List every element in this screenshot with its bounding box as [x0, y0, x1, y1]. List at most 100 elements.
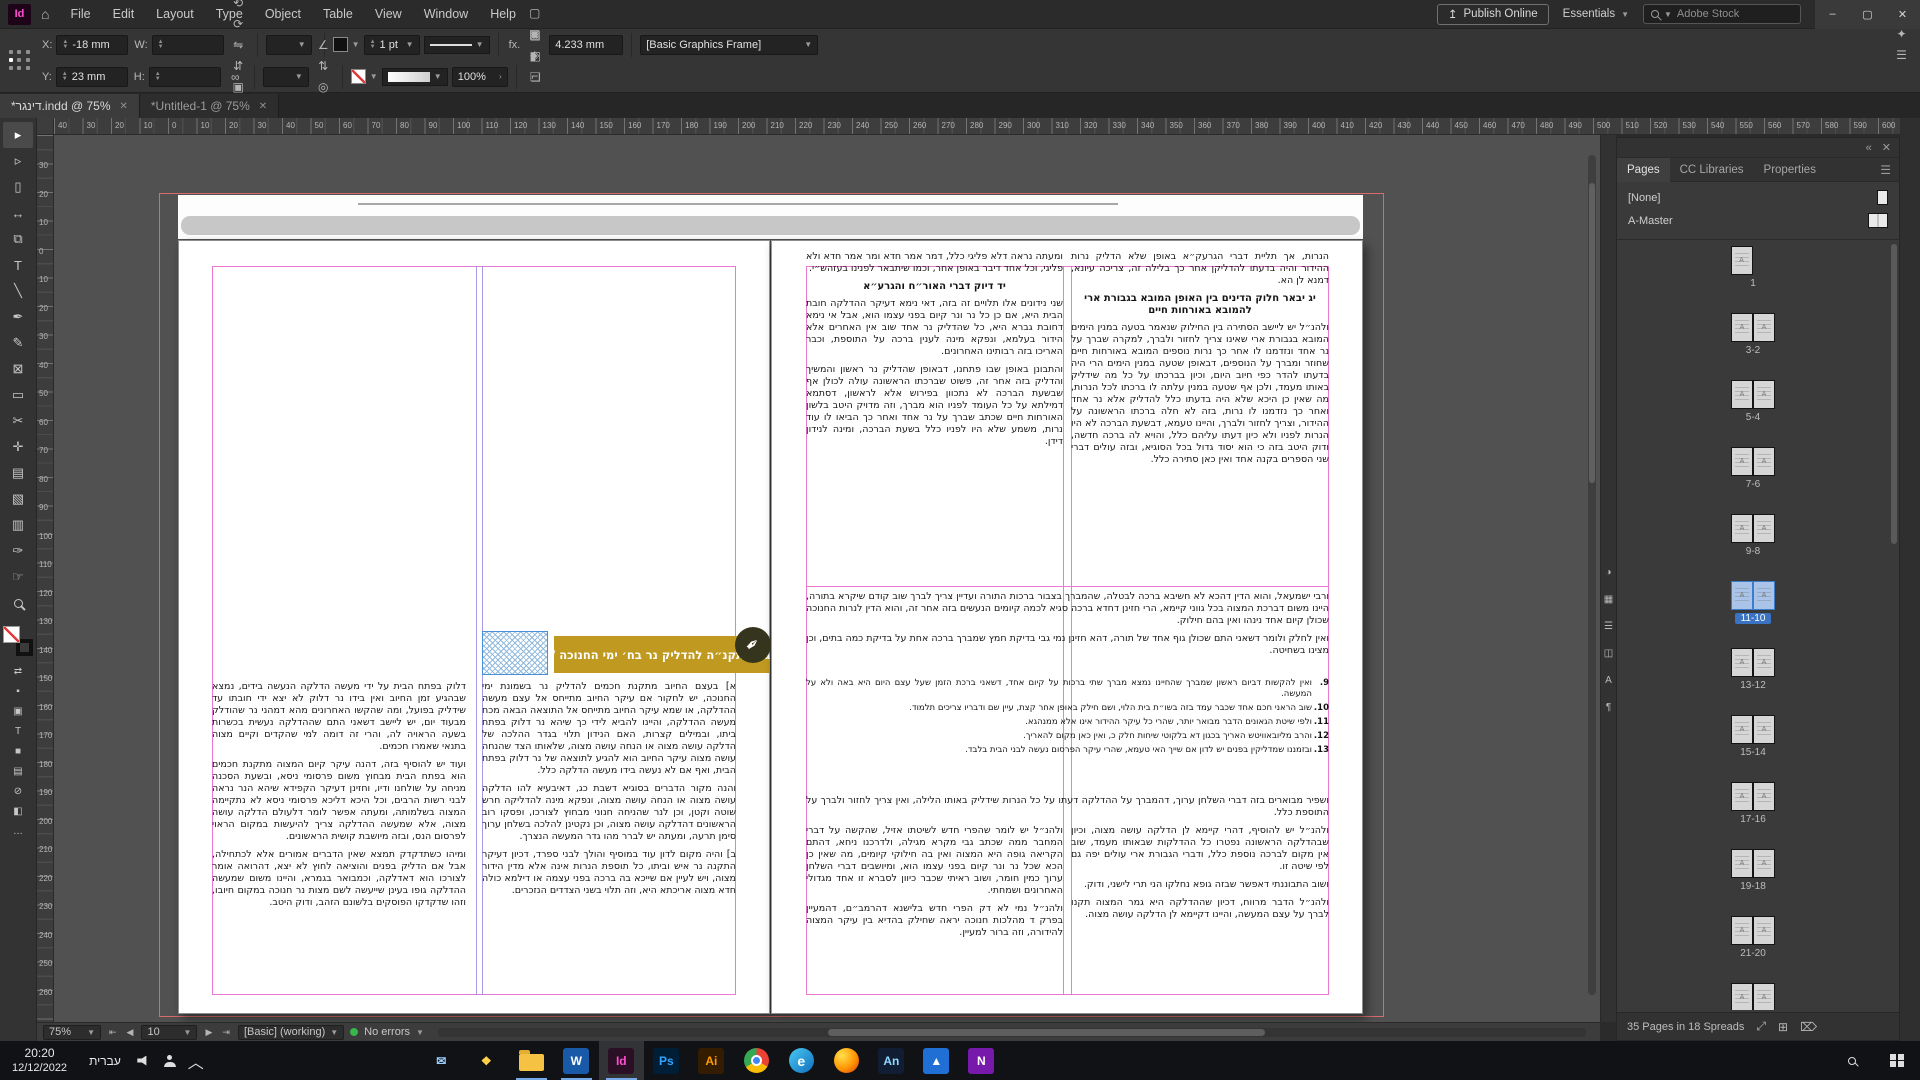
fill-stroke-cluster[interactable]: [3, 626, 33, 656]
footnotes-frame[interactable]: 9. ואין להקשות דביום ראשון שמברך שהחיינו …: [806, 678, 1329, 792]
taskbar-animate[interactable]: An: [869, 1041, 914, 1080]
spread-item[interactable]: A A 11-10: [1731, 577, 1775, 644]
quick-apply-button[interactable]: ✦: [1891, 24, 1912, 45]
panel-tab-properties[interactable]: Properties: [1754, 158, 1826, 182]
stroke-color-swatch[interactable]: [332, 37, 348, 52]
previous-page-button[interactable]: ◀: [125, 1027, 136, 1038]
scale-y-field[interactable]: ▼: [262, 66, 309, 87]
spread-item[interactable]: A A 3-2: [1731, 309, 1775, 376]
canvas-vertical-scrollbar[interactable]: [1588, 155, 1596, 995]
taskbar-edge[interactable]: e: [779, 1041, 824, 1080]
wrap-none-button[interactable]: ▢: [524, 3, 545, 24]
volume-icon[interactable]: [131, 1041, 157, 1080]
pen-tool[interactable]: ✒: [3, 304, 33, 330]
swap-fill-stroke-icon[interactable]: ⇄: [6, 662, 30, 680]
menu-view[interactable]: View: [364, 0, 413, 29]
hidden-icons-chevron[interactable]: ︿: [183, 1041, 209, 1080]
rectangle-tool[interactable]: ▭: [3, 382, 33, 408]
spread-item[interactable]: A A 5-4: [1731, 376, 1775, 443]
constrain-height-icon[interactable]: ∞: [225, 66, 246, 87]
zoom-tool[interactable]: [3, 590, 33, 616]
first-page-button[interactable]: ⇤: [107, 1027, 119, 1038]
free-transform-tool[interactable]: ✛: [3, 434, 33, 460]
taskbar-firefox[interactable]: [824, 1041, 869, 1080]
preflight-profile-dropdown[interactable]: [Basic] (working) ▼: [237, 1024, 345, 1040]
taskbar-search-button[interactable]: [1830, 1041, 1874, 1080]
hand-tool[interactable]: ☞: [3, 564, 33, 590]
taskbar-file-explorer[interactable]: [509, 1041, 554, 1080]
direct-selection-tool[interactable]: ▹: [3, 148, 33, 174]
opacity-stop-button[interactable]: ◧: [525, 45, 546, 66]
flip-both-button[interactable]: ⇅: [313, 56, 334, 77]
start-button[interactable]: [1874, 1041, 1920, 1080]
color-panel-icon[interactable]: ◑: [1602, 565, 1616, 579]
publish-online-button[interactable]: ↥ Publish Online: [1436, 3, 1549, 25]
apply-none-button[interactable]: ⊘: [6, 782, 30, 800]
close-tab-icon[interactable]: ✕: [119, 101, 127, 112]
menu-file[interactable]: File: [59, 0, 101, 29]
panel-tab-pages[interactable]: Pages: [1617, 157, 1670, 182]
close-panel-icon[interactable]: ✕: [1882, 141, 1891, 154]
rotate-ccw-button[interactable]: ⟲: [228, 0, 249, 13]
panel-scrollbar[interactable]: [1891, 244, 1897, 544]
fill-color-swatch[interactable]: [350, 69, 366, 84]
keyboard-language-button[interactable]: עברית: [79, 1054, 131, 1068]
selection-tool[interactable]: ▸: [3, 122, 33, 148]
master-item[interactable]: A-Master: [1617, 209, 1899, 232]
taskbar-onenote[interactable]: N: [959, 1041, 1004, 1080]
spread-item[interactable]: AA23-22: [1731, 979, 1775, 1010]
stroke-panel-icon[interactable]: ☰: [1602, 619, 1616, 633]
scissors-tool[interactable]: ✂: [3, 408, 33, 434]
taskbar-word[interactable]: W: [554, 1041, 599, 1080]
rotate-cw-button[interactable]: ⟳: [228, 13, 249, 34]
formatting-container-button[interactable]: ▣: [6, 702, 30, 720]
type-tool[interactable]: T: [3, 252, 33, 278]
blend-mode-button[interactable]: ▨: [525, 24, 546, 45]
spread-item[interactable]: A A 19-18: [1731, 845, 1775, 912]
spread-item[interactable]: A A 15-14: [1731, 711, 1775, 778]
ruler-origin[interactable]: [37, 118, 54, 135]
taskbar-photos[interactable]: ▲: [914, 1041, 959, 1080]
swatches-panel-icon[interactable]: ▦: [1602, 592, 1616, 606]
flip-horizontal-button[interactable]: ⇋: [228, 34, 249, 55]
text-frame[interactable]: ולהנ״ל יש להוסיף, דהרי קיימא לן הדלקה עו…: [1071, 825, 1329, 995]
text-frame[interactable]: ושפיר מבוארים בזה דברי השלחן ערוך, דהמבר…: [806, 795, 1329, 821]
shear-angle-icon[interactable]: ∠: [313, 35, 334, 56]
taskbar-indesign[interactable]: Id: [598, 1041, 644, 1080]
spread-item[interactable]: A A 9-8: [1731, 510, 1775, 577]
minimize-button[interactable]: –: [1815, 0, 1850, 29]
gradient-feather-tool[interactable]: ▧: [3, 486, 33, 512]
gradient-swatch-tool[interactable]: ▤: [3, 460, 33, 486]
screen-mode-button[interactable]: ◧: [6, 802, 30, 820]
spread-item[interactable]: A A 7-6: [1731, 443, 1775, 510]
maximize-button[interactable]: ▢: [1850, 0, 1885, 29]
scale-x-field[interactable]: ▼: [265, 34, 312, 55]
text-frame[interactable]: ומעתה נראה דלא פליגי כלל, דמר אמר חדא ומ…: [806, 251, 1063, 583]
stroke-weight-field[interactable]: ▲ ▼ 1 pt ▼: [363, 34, 420, 55]
document-canvas[interactable]: בגדרי תקנ״ה להדליק נר בח׳ ימי החנוכה // …: [54, 135, 1600, 1022]
vertical-ruler[interactable]: 30 20 10 0 10 20 30 40 50 60 70 80 90 100 110 120 130 140…: [37, 135, 54, 1022]
height-field[interactable]: ▲ ▼: [148, 66, 221, 87]
scrollbar-thumb[interactable]: [1589, 183, 1595, 483]
zoom-level-dropdown[interactable]: 75% ▼: [43, 1024, 101, 1040]
drop-shadow-button[interactable]: ❏: [525, 66, 546, 87]
adobe-stock-search[interactable]: ▼ Adobe Stock: [1643, 4, 1801, 24]
workspace-switcher[interactable]: Essentials ▼: [1563, 8, 1629, 20]
formatting-text-button[interactable]: T: [6, 722, 30, 740]
gap-tool[interactable]: ↔: [3, 200, 33, 226]
menu-window[interactable]: Window: [413, 0, 479, 29]
object-style-dropdown[interactable]: [Basic Graphics Frame] ▼: [640, 34, 819, 55]
edit-page-size-button[interactable]: ⤢: [1756, 1019, 1766, 1034]
y-position-field[interactable]: ▲ ▼ 23 mm: [55, 66, 128, 87]
menu-table[interactable]: Table: [312, 0, 364, 29]
panel-menu-icon[interactable]: ☰: [1872, 163, 1899, 177]
close-tab-icon[interactable]: ✕: [259, 101, 267, 112]
pencil-tool[interactable]: ✎: [3, 330, 33, 356]
taskbar-mail[interactable]: ✉: [419, 1041, 464, 1080]
menu-object[interactable]: Object: [254, 0, 312, 29]
spread-item[interactable]: A1: [1730, 242, 1776, 309]
text-frame[interactable]: א] בעצם החיוב מתקנת חכמים להדליק נר בשמו…: [482, 681, 736, 995]
corner-radius-field[interactable]: 4.233 mm: [549, 34, 624, 55]
gradient-panel-icon[interactable]: ◫: [1602, 646, 1616, 660]
taskbar-clock[interactable]: 20:20 12/12/2022: [0, 1046, 79, 1076]
